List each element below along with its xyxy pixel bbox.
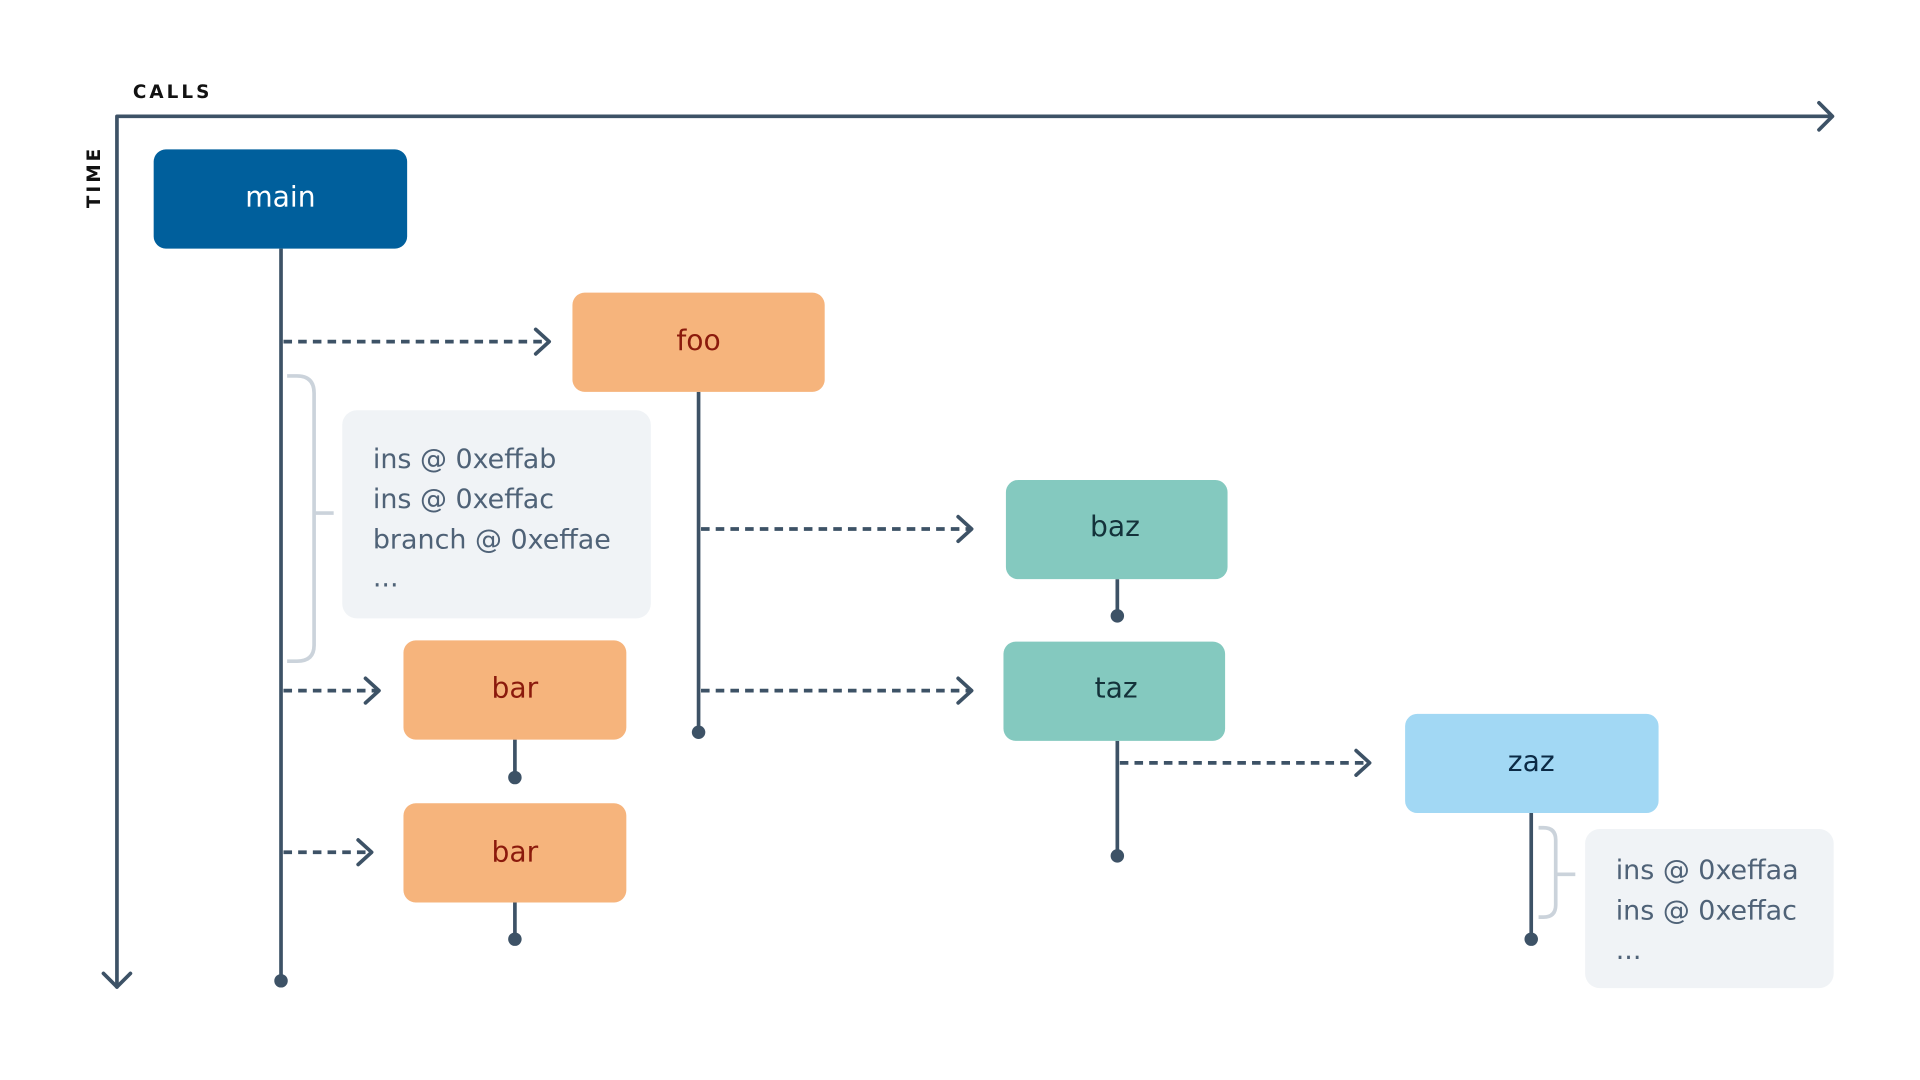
time-axis-label: TIME — [84, 146, 105, 208]
node-label: foo — [676, 324, 720, 357]
note-line: branch @ 0xeffae — [373, 525, 611, 556]
calls-axis-label: CALLS — [133, 82, 213, 103]
note-line: ins @ 0xeffac — [373, 484, 554, 515]
bar2-end-dot — [508, 932, 522, 946]
call-timeline-diagram: CALLS TIME ins @ 0xeffab ins @ 0xeffac b… — [84, 82, 1835, 989]
node-baz: baz — [1005, 480, 1228, 580]
main-trace-bracket — [287, 374, 334, 664]
node-label: taz — [1095, 672, 1138, 705]
note-line: ... — [1616, 935, 1642, 966]
zaz-trace-bracket — [1538, 825, 1576, 919]
main-trace-note: ins @ 0xeffab ins @ 0xeffac branch @ 0xe… — [342, 410, 651, 619]
node-bar-1: bar — [403, 640, 627, 740]
node-label: baz — [1090, 510, 1140, 543]
arrowhead-icon — [956, 514, 974, 544]
baz-end-dot — [1110, 609, 1125, 623]
node-foo: foo — [572, 292, 825, 392]
zaz-trace-note: ins @ 0xeffaa ins @ 0xeffac ... — [1585, 828, 1834, 989]
main-end-dot — [274, 974, 288, 988]
node-taz: taz — [1003, 641, 1226, 741]
note-line: ins @ 0xeffaa — [1616, 855, 1799, 886]
node-label: main — [245, 181, 315, 214]
arrowhead-icon — [956, 676, 974, 705]
node-zaz: zaz — [1405, 713, 1659, 814]
node-label: bar — [492, 672, 539, 705]
bar1-end-dot — [508, 770, 522, 785]
taz-end-dot — [1110, 849, 1125, 863]
note-line: ins @ 0xeffac — [1616, 896, 1797, 927]
node-label: zaz — [1508, 745, 1555, 778]
zaz-end-dot — [1524, 932, 1538, 946]
note-line: ... — [373, 563, 399, 594]
foo-end-dot — [691, 725, 706, 739]
node-bar-2: bar — [403, 803, 627, 903]
note-line: ins @ 0xeffab — [373, 444, 557, 475]
node-label: bar — [492, 836, 539, 869]
node-main: main — [153, 149, 408, 249]
